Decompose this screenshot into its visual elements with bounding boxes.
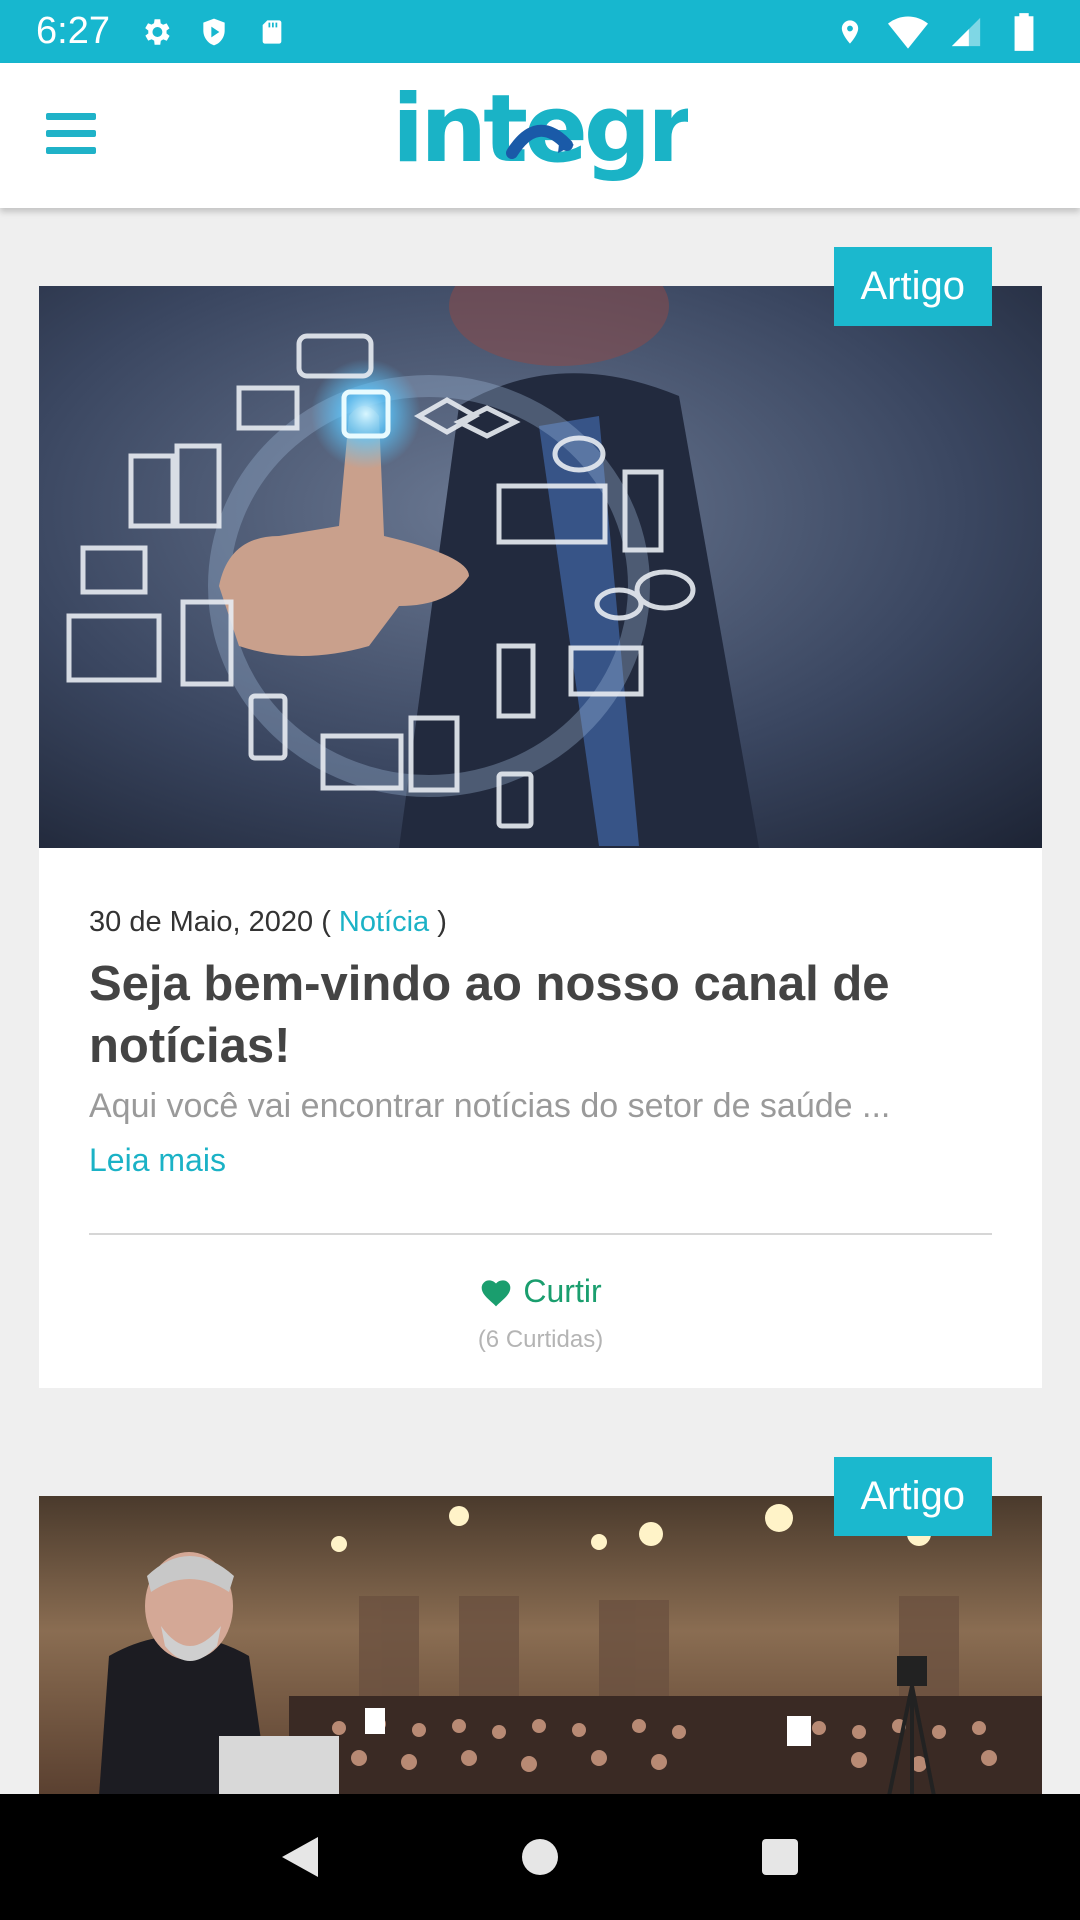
paren-open: ( (321, 906, 331, 938)
heart-icon (482, 1279, 511, 1306)
sd-card-icon (252, 12, 292, 52)
read-more-link[interactable]: Leia mais (89, 1142, 226, 1179)
category-badge: Artigo (833, 247, 992, 326)
gear-icon (136, 12, 176, 52)
post-excerpt: Aqui você vai encontrar notícias do seto… (89, 1087, 891, 1125)
home-icon[interactable] (510, 1827, 570, 1887)
location-icon (830, 12, 870, 52)
system-nav-bar (0, 1794, 1080, 1920)
post-meta: 30 de Maio, 2020 ( Notícia ) (89, 906, 992, 939)
like-button[interactable]: Curtir (479, 1273, 602, 1310)
shield-icon (194, 12, 234, 52)
post-date: 30 de Maio, 2020 (89, 906, 314, 938)
signal-icon (946, 12, 986, 52)
battery-icon (1004, 12, 1044, 52)
post-title[interactable]: Seja bem-vindo ao nosso canal de notícia… (89, 953, 992, 1077)
like-row: Curtir (6 Curtidas) (89, 1273, 992, 1354)
app-bar: integra (0, 63, 1080, 208)
card-image-conference[interactable] (39, 1496, 1042, 1794)
news-card[interactable]: Artigo (39, 1457, 1042, 1794)
card-image-tech[interactable] (39, 286, 1042, 848)
card-body: 30 de Maio, 2020 ( Notícia ) Seja bem-vi… (39, 848, 1042, 1388)
category-link[interactable]: Notícia (339, 906, 429, 938)
like-count: (6 Curtidas) (477, 1325, 604, 1353)
status-time: 6:27 (36, 10, 110, 52)
news-card[interactable]: Artigo (39, 247, 1042, 1388)
integra-logo[interactable]: integra (392, 75, 753, 193)
news-feed[interactable]: Artigo 30 de Maio, 2020 (Notícia) Seja… (0, 208, 1080, 1794)
wifi-icon (888, 12, 928, 52)
category-badge: Artigo (833, 1457, 992, 1536)
status-bar: 6:27 (0, 0, 1080, 63)
back-icon[interactable] (270, 1827, 330, 1887)
like-label: Curtir (523, 1273, 602, 1309)
recents-icon[interactable] (750, 1827, 810, 1887)
paren-close: ) (437, 906, 447, 938)
hamburger-menu-icon[interactable] (46, 113, 96, 157)
divider (89, 1233, 992, 1235)
